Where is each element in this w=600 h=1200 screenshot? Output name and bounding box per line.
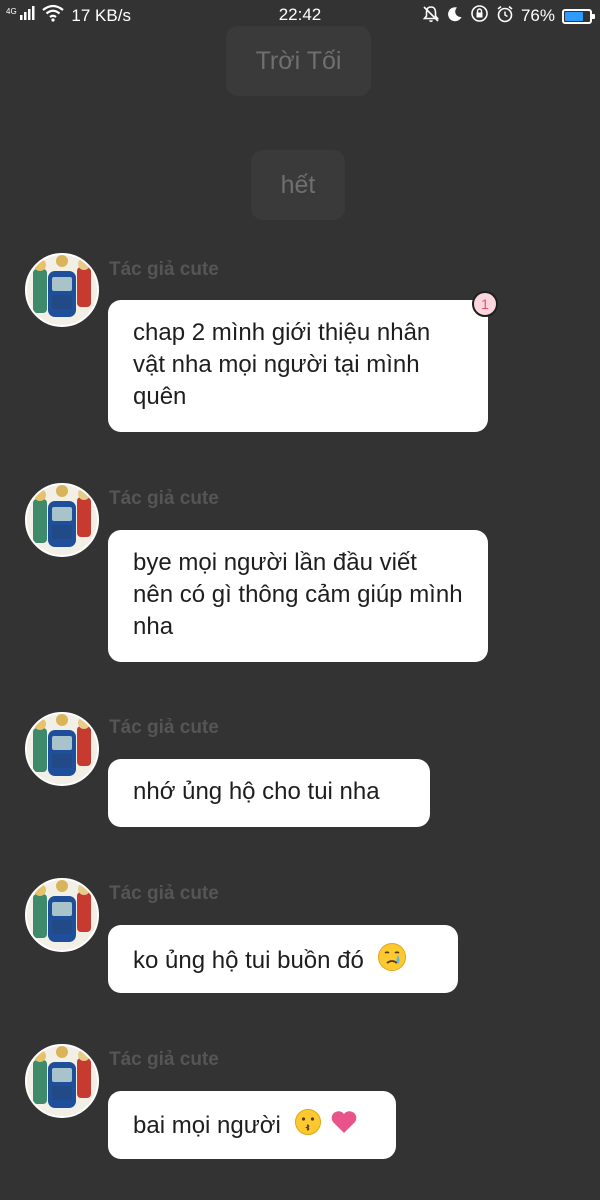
system-message-chip: Trời Tối xyxy=(226,26,371,96)
message-text: bye mọi người lần đầu viết nên có gì thô… xyxy=(133,549,463,640)
message-text: nhớ ủng hộ cho tui nha xyxy=(133,778,380,805)
battery-percent: 76% xyxy=(520,6,555,25)
battery-icon xyxy=(562,8,595,24)
message-text: bai mọi người xyxy=(133,1111,281,1139)
message-bubble[interactable]: nhớ ủng hộ cho tui nha xyxy=(108,759,430,827)
crying-face-icon xyxy=(377,942,407,981)
system-message-chip: hết xyxy=(251,150,345,220)
author-name: Tác giả cute xyxy=(109,259,219,280)
author-name: Tác giả cute xyxy=(109,883,219,904)
heart-icon xyxy=(330,1110,358,1143)
message-bubble[interactable]: ko ủng hộ tui buồn đó xyxy=(108,925,458,993)
message-bubble[interactable]: chap 2 mình giới thiệu nhân vật nha mọi … xyxy=(108,300,488,432)
message-bubble[interactable]: bye mọi người lần đầu viết nên có gì thô… xyxy=(108,530,488,662)
author-name: Tác giả cute xyxy=(109,488,219,509)
kissing-face-icon xyxy=(294,1108,322,1145)
reply-count-badge[interactable]: 1 xyxy=(472,291,498,317)
battery-level xyxy=(565,11,583,21)
silent-bell-icon xyxy=(422,5,440,28)
avatar-image xyxy=(27,1046,97,1116)
avatar-image xyxy=(27,880,97,950)
avatar[interactable] xyxy=(25,712,99,786)
avatar[interactable] xyxy=(25,483,99,557)
message-text: chap 2 mình giới thiệu nhân vật nha mọi … xyxy=(133,319,431,410)
avatar[interactable] xyxy=(25,1044,99,1118)
avatar[interactable] xyxy=(25,253,99,327)
message-bubble[interactable]: bai mọi người xyxy=(108,1091,396,1159)
message-text: ko ủng hộ tui buồn đó xyxy=(133,946,364,974)
rotation-lock-icon xyxy=(470,4,489,28)
author-name: Tác giả cute xyxy=(109,1049,219,1070)
moon-icon xyxy=(447,6,463,27)
avatar-image xyxy=(27,485,97,555)
author-name: Tác giả cute xyxy=(109,717,219,738)
avatar-image xyxy=(27,255,97,325)
alarm-icon xyxy=(496,5,514,28)
battery-tip xyxy=(592,13,595,19)
avatar-image xyxy=(27,714,97,784)
avatar[interactable] xyxy=(25,878,99,952)
